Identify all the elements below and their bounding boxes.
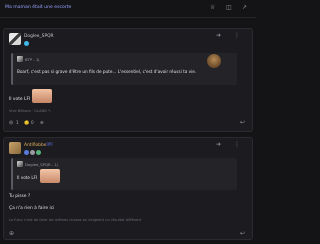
quoted-message[interactable]: BTP - 1j Boarf, c'est pas si grave d'êtr… [11,53,237,85]
quote-text: Boarf, c'est pas si grave d'être un fils… [17,69,197,74]
post-card: Doglee_SPQR ➜ ⋮ BTP - 1j Boarf, c'est pa… [3,28,253,132]
post-signature: Le futur c'est de faire les mêmes choses… [9,218,142,222]
post-body: Il vote LFI [9,97,31,102]
post-body: Tu pisse ? [9,194,31,199]
badge-icon [24,150,29,155]
reaction-count: 1 [16,120,19,125]
quote-avatar [17,56,23,62]
sticker-image [40,169,60,183]
more-options-icon[interactable]: ⋮ [234,142,240,148]
reply-icon[interactable]: ↩ [240,120,245,126]
quote-text: Il vote LFI [17,175,38,180]
badge-icon [24,41,29,46]
quote-author: BTP - 1j [25,57,40,62]
post-card: Antiflobber ✓ ➜ ⋮ Doglee_SPQR - 1j Il vo… [3,137,253,240]
share-arrow-icon[interactable]: ➜ [216,33,221,39]
post-author[interactable]: Doglee_SPQR [24,34,54,39]
share-arrow-icon[interactable]: ➜ [216,142,221,148]
post-signature: Vive Bébora · GLAND ✎ [9,109,52,113]
add-reaction-icon[interactable]: ⊕ [9,231,14,237]
reaction-emoji-icon[interactable]: 😆 [9,120,13,125]
crown-icon[interactable]: ♕ [210,5,215,11]
reaction-emoji-icon[interactable]: 🙂 [24,120,29,126]
quote-avatar [17,161,23,167]
avatar[interactable] [9,142,21,154]
post-author[interactable]: Antiflobber [24,143,48,148]
badge-icon [30,150,35,155]
verified-badge: ✓ [46,142,54,146]
thread-header: Ma maman était une escorte ♕ ◫ ↗ [0,0,256,20]
reaction-count: 0 [31,120,34,125]
badge-icon [36,150,41,155]
header-divider [0,17,256,18]
stack-icon[interactable]: ◫ [226,5,232,11]
share-icon[interactable]: ↗ [242,5,247,11]
sticker-image [32,89,52,103]
quote-author: Doglee_SPQR - 1j [25,162,58,167]
reply-icon[interactable]: ↩ [240,231,245,237]
post-body: Ça n'a rien à faire ici [9,206,55,211]
add-reaction-icon[interactable]: ⊕ [40,120,44,125]
thread-title-link[interactable]: Ma maman était une escorte [5,5,71,10]
avatar[interactable] [9,33,21,45]
quoted-message[interactable]: Doglee_SPQR - 1j Il vote LFI [11,158,237,190]
more-options-icon[interactable]: ⋮ [234,33,240,39]
sticker-image [207,54,221,68]
